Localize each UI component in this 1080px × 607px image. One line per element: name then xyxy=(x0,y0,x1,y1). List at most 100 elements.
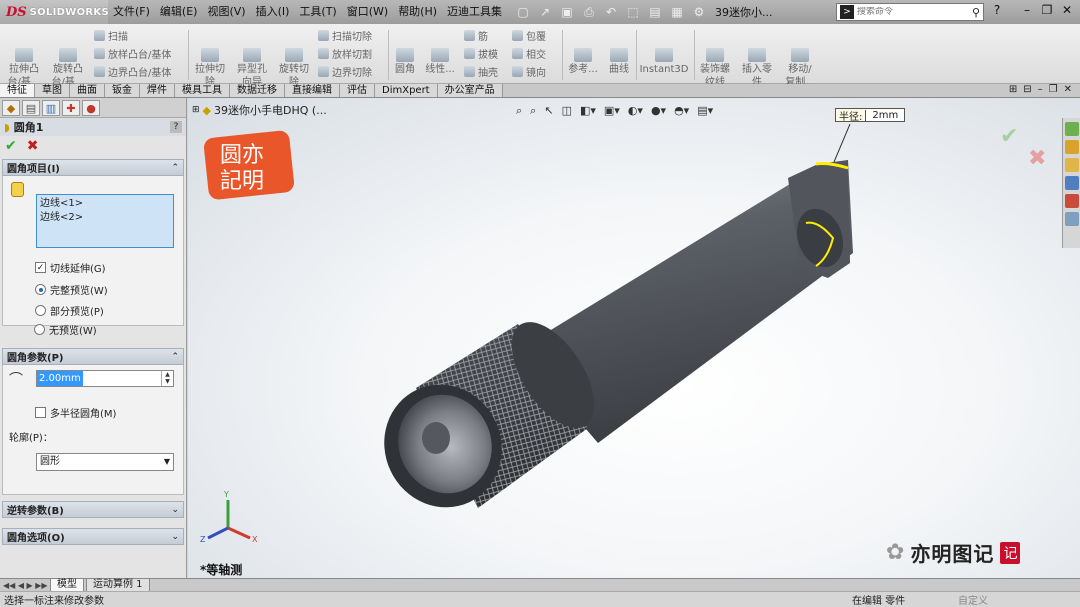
extrude-cut-button[interactable]: 拉伸切 除 xyxy=(192,48,228,89)
lofted-cut-button[interactable]: 放样切割 xyxy=(318,46,372,61)
menu-help[interactable]: 帮助(H) xyxy=(393,0,442,24)
search-icon[interactable]: ⚲ xyxy=(972,6,980,19)
tile-icon[interactable]: ⊞ xyxy=(1009,84,1017,95)
fillet-parameters-group-header[interactable]: 圆角参数(P) ⌃ xyxy=(2,348,184,365)
tab-model[interactable]: 模型 xyxy=(50,578,84,592)
tab-motion-study[interactable]: 运动算例 1 xyxy=(86,578,150,592)
new-document-icon[interactable]: ▢ xyxy=(515,4,531,20)
part-model[interactable]: Y X Z xyxy=(188,98,1080,578)
help-button[interactable]: ? xyxy=(170,121,182,133)
tab-direct-editing[interactable]: 直接编辑 xyxy=(285,84,340,97)
menu-file[interactable]: 文件(F) xyxy=(108,0,155,24)
multi-radius-option[interactable]: 多半径圆角(M) xyxy=(35,405,116,420)
mirror-button[interactable]: 镜向 xyxy=(512,64,546,79)
extrude-boss-button[interactable]: 拉伸凸 台/基... xyxy=(6,48,42,89)
solidworks-resources-icon[interactable] xyxy=(1065,122,1079,136)
fillet-options-group-header[interactable]: 圆角选项(O) ⌄ xyxy=(2,528,184,545)
unit-system[interactable]: 自定义 xyxy=(958,592,988,607)
tab-scroll-arrows-icon[interactable]: ◀◀ ◀ ▶ ▶▶ xyxy=(0,581,48,590)
list-item[interactable]: 边线<2> xyxy=(40,211,170,225)
configuration-manager-tab-icon[interactable]: ▥ xyxy=(42,100,60,116)
insert-part-button[interactable]: 插入零 件 xyxy=(738,48,776,89)
rebuild-icon[interactable]: ▤ xyxy=(647,4,663,20)
feature-manager-tab-icon[interactable]: ◆ xyxy=(2,100,20,116)
fillet-items-group-header[interactable]: 圆角项目(I) ⌃ xyxy=(2,159,184,176)
full-preview-radio[interactable] xyxy=(35,284,46,295)
undo-icon[interactable]: ↶ xyxy=(603,4,619,20)
graphics-area[interactable]: ⊞ ◆ 39迷你小手电DHQ (... ⌕ ⌕ ↖ ◫ ◧▾ ▣▾ ◐▾ ●▾ … xyxy=(188,98,1080,578)
close-icon[interactable]: ✕ xyxy=(1060,3,1074,19)
menu-view[interactable]: 视图(V) xyxy=(202,0,250,24)
file-explorer-icon[interactable] xyxy=(1065,158,1079,172)
menu-maidi-tools[interactable]: 迈迪工具集 xyxy=(442,0,507,24)
cosmetic-thread-button[interactable]: 装饰螺 纹线 xyxy=(696,48,734,89)
property-manager-tab-icon[interactable]: ▤ xyxy=(22,100,40,116)
custom-properties-icon[interactable] xyxy=(1065,212,1079,226)
dimxpert-manager-tab-icon[interactable]: ✚ xyxy=(62,100,80,116)
radius-spinner[interactable]: ▲ ▼ xyxy=(161,371,173,386)
display-manager-tab-icon[interactable]: ● xyxy=(82,100,100,116)
design-library-icon[interactable] xyxy=(1065,140,1079,154)
restore-icon[interactable]: ❐ xyxy=(1040,3,1054,19)
sweep-button[interactable]: 扫描 xyxy=(94,28,128,43)
file-properties-icon[interactable]: ▦ xyxy=(669,4,685,20)
tab-office-products[interactable]: 办公室产品 xyxy=(437,84,503,97)
tab-evaluate[interactable]: 评估 xyxy=(340,84,375,97)
profile-select[interactable]: 圆形 ▼ xyxy=(36,453,174,471)
partial-preview-radio[interactable] xyxy=(35,305,46,316)
multi-radius-checkbox[interactable] xyxy=(35,407,46,418)
tangent-propagation-option[interactable]: ✓ 切线延伸(G) xyxy=(35,260,106,275)
hole-wizard-button[interactable]: 异型孔 向导 xyxy=(234,48,270,89)
partial-preview-option[interactable]: 部分预览(P) xyxy=(35,303,104,318)
doc-restore-icon[interactable]: ⊟ xyxy=(1023,84,1031,95)
radius-input[interactable]: 2.00mm ▲ ▼ xyxy=(36,370,174,387)
radius-value[interactable]: 2.00mm xyxy=(37,371,83,386)
rib-button[interactable]: 筋 xyxy=(464,28,488,43)
tab-sketch[interactable]: 草图 xyxy=(35,84,70,97)
radius-callout[interactable]: 半径: 2mm xyxy=(835,108,906,123)
intersect-button[interactable]: 相交 xyxy=(512,46,546,61)
move-copy-button[interactable]: 移动/ 复制... xyxy=(780,48,820,89)
revolve-boss-button[interactable]: 旋转凸 台/基... xyxy=(50,48,86,89)
list-item[interactable]: 边线<1> xyxy=(40,197,170,211)
ok-button[interactable]: ✔ xyxy=(5,138,17,154)
full-preview-option[interactable]: 完整预览(W) xyxy=(35,282,108,297)
menu-edit[interactable]: 编辑(E) xyxy=(155,0,203,24)
tab-features[interactable]: 特征 xyxy=(0,84,35,97)
tab-data-migration[interactable]: 数据迁移 xyxy=(230,84,285,97)
setback-parameters-group-header[interactable]: 逆转参数(B) ⌄ xyxy=(2,501,184,518)
edge-selection-list[interactable]: 边线<1> 边线<2> xyxy=(36,194,174,248)
boundary-cut-button[interactable]: 边界切除 xyxy=(318,64,372,79)
tangent-propagation-checkbox[interactable]: ✓ xyxy=(35,262,46,273)
save-icon[interactable]: ▣ xyxy=(559,4,575,20)
minimize-icon[interactable]: – xyxy=(1020,3,1034,19)
no-preview-radio[interactable] xyxy=(34,324,45,335)
doc-maximize-icon[interactable]: ❐ xyxy=(1049,84,1058,95)
curves-button[interactable]: 曲线 xyxy=(604,48,634,76)
tab-dimxpert[interactable]: DimXpert xyxy=(375,84,438,97)
tab-weldments[interactable]: 焊件 xyxy=(140,84,175,97)
search-input[interactable] xyxy=(857,7,957,17)
loft-boss-button[interactable]: 放样凸台/基体 xyxy=(94,46,171,61)
boundary-boss-button[interactable]: 边界凸台/基体 xyxy=(94,64,171,79)
menu-tools[interactable]: 工具(T) xyxy=(294,0,341,24)
reference-geometry-button[interactable]: 参考... xyxy=(566,48,600,76)
confirm-corner-cancel-icon[interactable]: ✖ xyxy=(1028,146,1046,171)
open-folder-icon[interactable]: ↗ xyxy=(537,4,553,20)
tab-surfaces[interactable]: 曲面 xyxy=(70,84,105,97)
instant3d-button[interactable]: Instant3D xyxy=(638,48,690,76)
options-gear-icon[interactable]: ⚙ xyxy=(691,4,707,20)
search-commands[interactable]: > ⚲ xyxy=(836,3,984,21)
doc-minimize-icon[interactable]: – xyxy=(1038,84,1043,95)
no-preview-option[interactable]: 无预览(W) xyxy=(34,322,97,337)
radius-callout-value[interactable]: 2mm xyxy=(865,109,905,121)
tab-sheet-metal[interactable]: 钣金 xyxy=(105,84,140,97)
menu-window[interactable]: 窗口(W) xyxy=(342,0,393,24)
confirm-corner-ok-icon[interactable]: ✔ xyxy=(1000,124,1018,149)
revolve-cut-button[interactable]: 旋转切 除 xyxy=(276,48,312,89)
cancel-button[interactable]: ✖ xyxy=(27,138,39,154)
wrap-button[interactable]: 包覆 xyxy=(512,28,546,43)
select-icon[interactable]: ⬚ xyxy=(625,4,641,20)
fillet-button[interactable]: 圆角 xyxy=(390,48,420,76)
menu-insert[interactable]: 插入(I) xyxy=(251,0,295,24)
